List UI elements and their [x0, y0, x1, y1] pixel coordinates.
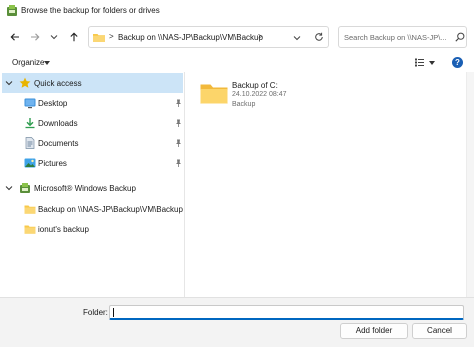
- arrow-up-icon: [70, 32, 78, 42]
- pictures-icon: [24, 158, 36, 168]
- nav-item-desktop[interactable]: Desktop: [2, 93, 183, 113]
- ionuts-backup-label: ionut's backup: [38, 225, 89, 234]
- nav-quick-access[interactable]: Quick access: [2, 73, 183, 93]
- pin-icon: [176, 119, 181, 127]
- organize-button[interactable]: Organize: [12, 58, 44, 67]
- caret-down-icon[interactable]: [44, 61, 50, 65]
- add-folder-button[interactable]: Add folder: [340, 323, 408, 339]
- nav-item-label: Pictures: [38, 159, 67, 168]
- title-bar: Browse the backup for folders or drives: [0, 0, 474, 22]
- refresh-icon[interactable]: [314, 32, 324, 42]
- windows-backup-label: Microsoft® Windows Backup: [34, 184, 136, 193]
- arrow-right-icon: [31, 33, 40, 41]
- vertical-scrollbar[interactable]: [466, 72, 474, 297]
- backup-app-icon: [7, 5, 17, 16]
- pin-icon: [176, 99, 181, 107]
- help-icon[interactable]: ?: [452, 57, 463, 68]
- cancel-button[interactable]: Cancel: [412, 323, 467, 339]
- windows-backup-icon: [20, 183, 30, 193]
- pin-icon: [176, 159, 181, 167]
- command-bar: Organize ?: [0, 54, 474, 72]
- nav-item-label: Desktop: [38, 99, 68, 108]
- folder-input[interactable]: [109, 305, 464, 320]
- address-bar[interactable]: > Backup on \\NAS-JP\Backup\VM\Backup >: [88, 26, 329, 48]
- file-type: Backup: [232, 101, 256, 108]
- address-row: > Backup on \\NAS-JP\Backup\VM\Backup > …: [0, 22, 474, 52]
- star-icon: [19, 77, 31, 88]
- search-icon[interactable]: [455, 32, 465, 42]
- documents-icon: [25, 137, 35, 149]
- text-caret: [113, 308, 114, 317]
- back-button[interactable]: [9, 31, 21, 43]
- window-title: Browse the backup for folders or drives: [21, 6, 160, 15]
- file-date: 24.10.2022 08:47: [232, 91, 287, 98]
- up-button[interactable]: [68, 31, 80, 43]
- folder-label: Folder:: [83, 308, 108, 317]
- folder-icon: [200, 84, 228, 104]
- chevron-down-icon: [50, 35, 58, 40]
- breadcrumb-separator-end[interactable]: >: [258, 32, 263, 41]
- view-caret-down-icon[interactable]: [429, 61, 435, 65]
- downloads-icon: [25, 118, 35, 129]
- nav-item-pictures[interactable]: Pictures: [2, 153, 183, 173]
- arrow-left-icon: [10, 33, 19, 41]
- backup-location-label: Backup on \\NAS-JP\Backup\VM\Backup: [38, 205, 183, 214]
- search-placeholder: Search Backup on \\NAS-JP\...: [344, 33, 447, 42]
- address-history-chevron-icon[interactable]: [293, 34, 301, 42]
- file-item[interactable]: Backup of C: 24.10.2022 08:47 Backup: [198, 77, 318, 117]
- nav-item-documents[interactable]: Documents: [2, 133, 183, 153]
- browse-backup-dialog: Browse the backup for folders or drives: [0, 0, 474, 347]
- nav-item-label: Documents: [38, 139, 79, 148]
- view-options-icon[interactable]: [415, 58, 424, 67]
- chevron-down-icon[interactable]: [5, 184, 13, 192]
- file-list: Backup of C: 24.10.2022 08:47 Backup: [186, 72, 466, 297]
- quick-access-label: Quick access: [34, 79, 82, 88]
- recent-locations-button[interactable]: [48, 31, 60, 43]
- dialog-footer: Folder: Add folder Cancel: [0, 297, 474, 347]
- nav-item-downloads[interactable]: Downloads: [2, 113, 183, 133]
- forward-button[interactable]: [29, 31, 41, 43]
- pin-icon: [176, 139, 181, 147]
- folder-icon: [93, 34, 105, 42]
- breadcrumb-separator: >: [109, 32, 114, 41]
- nav-ionuts-backup[interactable]: ionut's backup: [2, 219, 183, 239]
- nav-item-label: Downloads: [38, 119, 78, 128]
- folder-icon: [24, 205, 36, 214]
- folder-icon: [24, 225, 36, 234]
- file-name: Backup of C:: [232, 81, 278, 90]
- chevron-down-icon[interactable]: [5, 79, 13, 87]
- desktop-icon: [24, 98, 36, 109]
- breadcrumb-path[interactable]: Backup on \\NAS-JP\Backup\VM\Backup: [118, 33, 263, 42]
- search-box[interactable]: Search Backup on \\NAS-JP\...: [338, 26, 467, 48]
- navigation-pane: Quick access Desktop Downloads Documents…: [0, 72, 185, 297]
- nav-backup-location[interactable]: Backup on \\NAS-JP\Backup\VM\Backup: [2, 199, 183, 219]
- nav-windows-backup[interactable]: Microsoft® Windows Backup: [2, 178, 183, 198]
